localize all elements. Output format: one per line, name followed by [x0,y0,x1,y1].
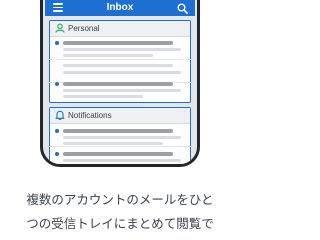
inbox-title: Inbox [106,2,134,13]
placeholder-line [63,152,173,156]
notifications-section-header[interactable]: Notifications [50,108,190,124]
list-item[interactable] [49,147,191,164]
placeholder-line [63,48,181,51]
search-icon[interactable] [177,3,188,14]
placeholder-line [63,54,153,57]
unread-dot [55,129,59,133]
placeholder-line [63,89,181,92]
placeholder-line [63,129,173,133]
list-item[interactable] [49,37,191,60]
notifications-section-title: Notifications [68,111,112,120]
placeholder-line [63,136,181,139]
caption-line-2: つの受信トレイにまとめて閲覧で [26,216,214,231]
feature-caption: 複数のアカウントのメールをひと つの受信トレイにまとめて閲覧で [0,188,240,236]
app-bar: Inbox [45,0,195,16]
bell-icon [55,110,65,120]
list-item[interactable] [49,124,191,147]
notifications-section-card[interactable]: Notifications [49,107,191,164]
phone-frame: Inbox Personal Notifications [40,0,200,167]
unread-dot [55,41,59,45]
placeholder-line [63,95,143,98]
placeholder-line [63,159,181,162]
placeholder-line [63,82,173,86]
placeholder-line [63,71,181,74]
personal-section-title: Personal [68,24,100,33]
placeholder-line [63,142,163,145]
personal-section-card[interactable]: Personal [49,20,191,103]
unread-dot [55,82,59,86]
placeholder-line [63,64,173,67]
unread-dot [55,152,59,156]
personal-section-header[interactable]: Personal [50,21,190,37]
list-item[interactable] [49,77,191,101]
caption-line-1: 複数のアカウントのメールをひと [26,192,214,207]
person-icon [55,23,65,33]
placeholder-line [63,41,173,45]
